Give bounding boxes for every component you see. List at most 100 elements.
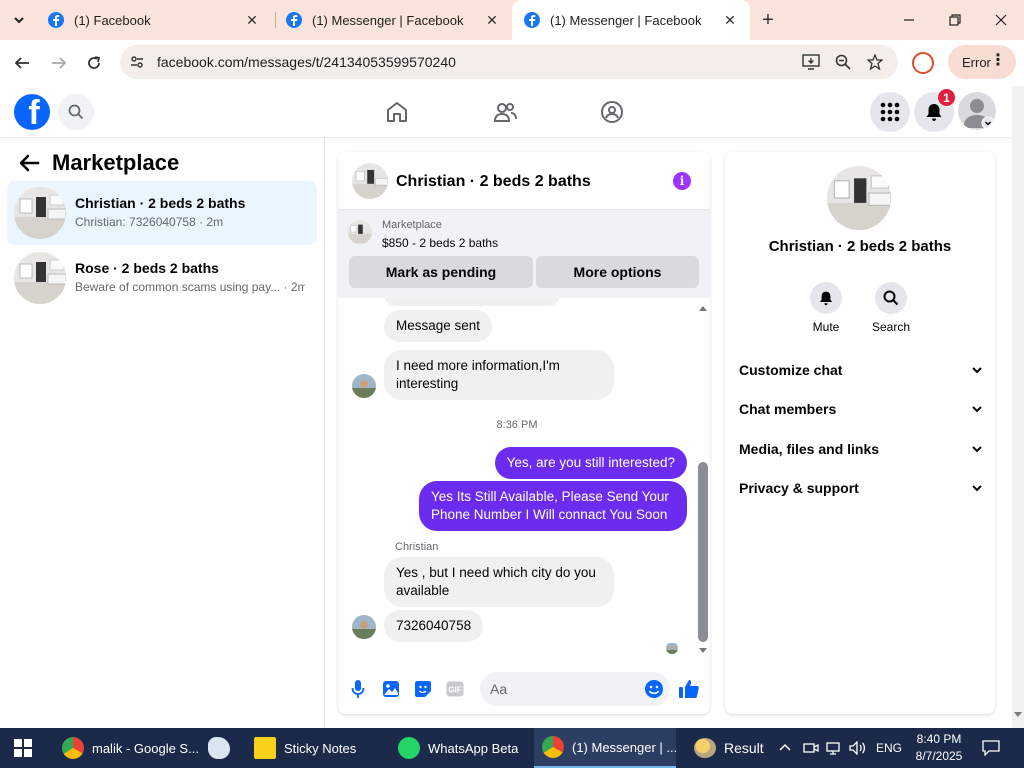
page-scrollbar[interactable] xyxy=(1012,86,1024,728)
address-bar[interactable]: facebook.com/messages/t/2413405359957024… xyxy=(120,45,898,79)
facebook-favicon-icon xyxy=(48,12,64,28)
tray-icon-volume[interactable] xyxy=(849,728,867,768)
new-tab-button[interactable]: + xyxy=(758,10,778,30)
info-icon[interactable]: i xyxy=(673,172,691,190)
account-avatar[interactable] xyxy=(958,92,996,130)
conversation-item-christian[interactable]: Christian · 2 beds 2 baths Christian: 73… xyxy=(7,181,317,245)
taskbar-app-messenger[interactable]: (1) Messenger | ... xyxy=(534,728,677,768)
windows-start-icon[interactable] xyxy=(14,739,32,757)
clock-time: 8:40 PM xyxy=(916,732,962,746)
scroll-down-arrow-icon[interactable] xyxy=(699,648,707,653)
gif-button[interactable]: GIF xyxy=(444,678,466,700)
volume-icon xyxy=(849,741,866,755)
bookmark-star-icon[interactable] xyxy=(866,53,884,71)
notification-center-button[interactable] xyxy=(982,728,1000,768)
reload-button[interactable] xyxy=(82,51,106,75)
weather-widget[interactable]: Result xyxy=(694,728,764,768)
minimize-button[interactable] xyxy=(886,0,932,40)
chat-title[interactable]: Christian · 2 beds 2 baths xyxy=(396,173,591,191)
scroll-up-arrow-icon[interactable] xyxy=(699,306,707,311)
sender-avatar xyxy=(352,374,376,398)
friends-icon xyxy=(493,103,517,122)
close-icon[interactable]: ✕ xyxy=(722,12,738,28)
back-button[interactable] xyxy=(10,51,34,75)
like-button[interactable] xyxy=(678,678,700,700)
taskbar-app-sticky-notes[interactable]: Sticky Notes xyxy=(248,728,384,768)
section-chat-members[interactable]: Chat members xyxy=(739,399,983,419)
network-icon xyxy=(826,742,840,755)
show-hidden-icons-button[interactable] xyxy=(778,728,792,768)
scrollbar-thumb[interactable] xyxy=(698,462,708,642)
facebook-search-button[interactable] xyxy=(58,94,94,130)
listing-price[interactable]: $850 - 2 beds 2 baths xyxy=(382,236,498,250)
sticky-notes-icon xyxy=(254,737,276,759)
conversation-item-rose[interactable]: Rose · 2 beds 2 baths Beware of common s… xyxy=(7,246,317,310)
more-options-button[interactable]: More options xyxy=(536,256,699,288)
microphone-icon xyxy=(351,680,365,698)
error-button[interactable]: Error ⋮ xyxy=(948,45,1016,79)
sender-avatar xyxy=(352,615,376,639)
window-close-button[interactable] xyxy=(978,0,1024,40)
message-thread[interactable]: Message sent I need more information,I'm… xyxy=(338,298,710,658)
friends-nav-button[interactable] xyxy=(492,99,518,125)
chat-details-avatar[interactable] xyxy=(827,166,891,230)
mark-as-pending-button[interactable]: Mark as pending xyxy=(349,256,533,288)
close-icon[interactable]: ✕ xyxy=(244,12,260,28)
zoom-icon[interactable] xyxy=(834,53,852,71)
facebook-favicon-icon xyxy=(524,12,540,28)
close-icon[interactable]: ✕ xyxy=(484,12,500,28)
microphone-button[interactable] xyxy=(347,678,369,700)
facebook-logo-icon[interactable]: f xyxy=(14,94,50,130)
install-app-icon[interactable] xyxy=(802,53,820,71)
sticker-button[interactable] xyxy=(412,678,434,700)
browser-toolbar: facebook.com/messages/t/2413405359957024… xyxy=(0,40,1024,86)
panel-title: Marketplace xyxy=(52,150,180,175)
section-privacy-support[interactable]: Privacy & support xyxy=(739,478,983,498)
system-clock[interactable]: 8:40 PM 8/7/2025 xyxy=(908,731,970,765)
message-bubble: 7326040758 xyxy=(384,610,484,642)
photo-icon xyxy=(383,681,399,697)
home-nav-button[interactable] xyxy=(384,99,410,125)
photo-button[interactable] xyxy=(380,678,402,700)
chevron-down-icon xyxy=(972,485,982,492)
browser-tab-bar: (1) Facebook ✕ (1) Messenger | Facebook … xyxy=(0,0,1024,40)
mute-action[interactable]: Mute xyxy=(796,282,856,334)
site-info-icon[interactable] xyxy=(128,53,146,71)
chrome-icon xyxy=(542,736,564,758)
section-customize-chat[interactable]: Customize chat xyxy=(739,360,983,380)
marketplace-header: Marketplace xyxy=(18,150,179,176)
browser-tab-messenger-1[interactable]: (1) Messenger | Facebook ✕ xyxy=(274,0,512,40)
message-bubble: Yes , but I need which city do you avail… xyxy=(384,557,614,607)
menu-button[interactable] xyxy=(870,92,910,132)
listing-thumbnail xyxy=(14,187,66,239)
groups-nav-button[interactable] xyxy=(599,99,625,125)
read-receipt-avatar xyxy=(666,642,678,654)
browser-tab-facebook[interactable]: (1) Facebook ✕ xyxy=(36,0,272,40)
emoji-button[interactable] xyxy=(643,678,665,700)
facebook-top-nav: f 1 xyxy=(0,86,1012,138)
message-scrollbar[interactable] xyxy=(696,300,710,656)
taskbar-app-whatsapp[interactable]: WhatsApp Beta xyxy=(392,728,528,768)
tab-title: (1) Messenger | Facebook xyxy=(550,12,702,28)
arrow-left-icon[interactable] xyxy=(18,152,40,174)
message-input[interactable]: Aa xyxy=(480,672,670,706)
forward-button[interactable] xyxy=(47,51,71,75)
section-media-files-links[interactable]: Media, files and links xyxy=(739,439,983,459)
chat-avatar[interactable] xyxy=(352,163,388,199)
language-indicator[interactable]: ENG xyxy=(876,728,902,768)
browser-tab-messenger-active[interactable]: (1) Messenger | Facebook ✕ xyxy=(512,0,750,40)
taskbar-app-label: Sticky Notes xyxy=(284,740,357,756)
listing-thumbnail xyxy=(14,252,66,304)
section-label: Customize chat xyxy=(739,362,843,378)
default-avatar-icon xyxy=(963,99,995,130)
tab-search-button[interactable] xyxy=(6,7,32,33)
search-action[interactable]: Search xyxy=(861,282,921,334)
tray-icon-meet[interactable] xyxy=(803,728,819,768)
restore-button[interactable] xyxy=(932,0,978,40)
tab-title: (1) Facebook xyxy=(74,12,151,28)
tray-icon-network[interactable] xyxy=(826,728,844,768)
chat-header: Christian · 2 beds 2 baths i xyxy=(338,152,710,210)
profile-icon[interactable] xyxy=(912,52,934,74)
taskbar-app-paint[interactable] xyxy=(200,728,244,768)
taskbar-app-chrome-malik[interactable]: malik - Google S... xyxy=(56,728,199,768)
